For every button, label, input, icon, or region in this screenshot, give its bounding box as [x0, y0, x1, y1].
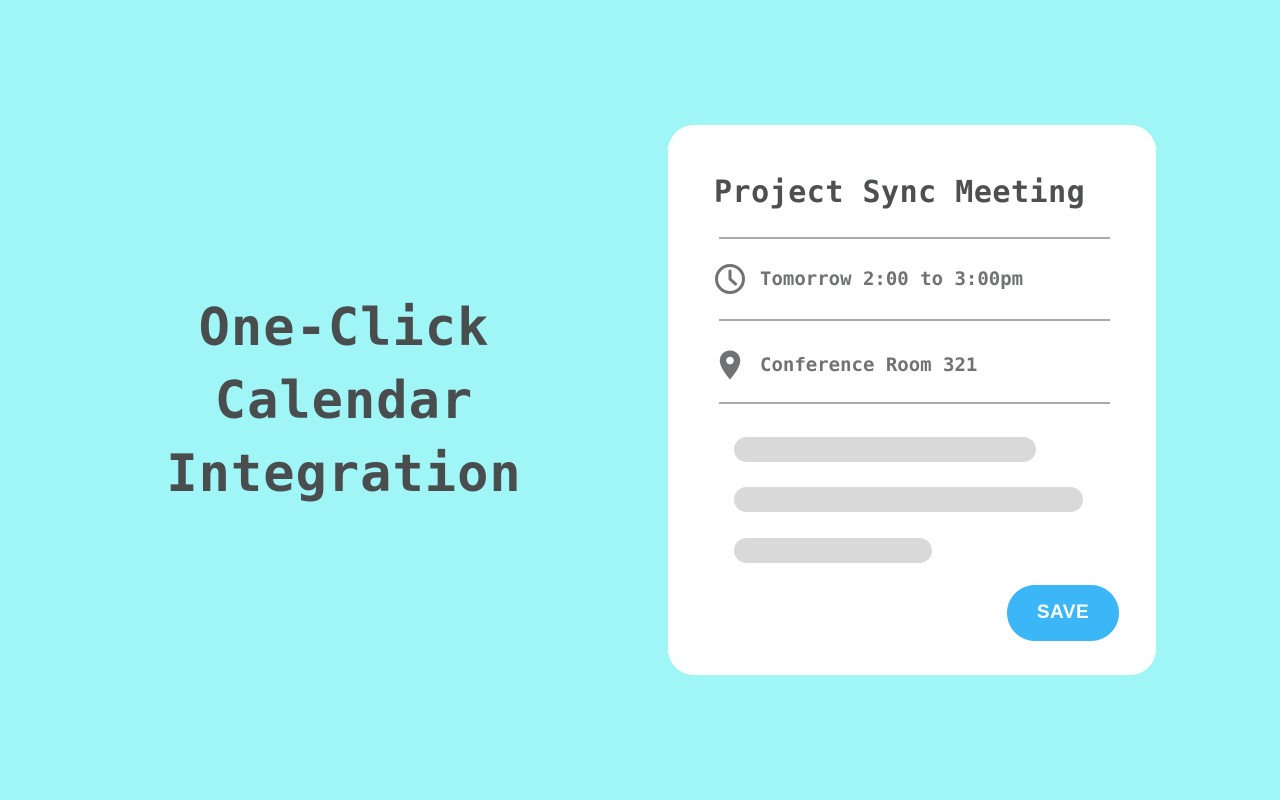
divider [719, 402, 1110, 404]
event-time-text: Tomorrow 2:00 to 3:00pm [760, 268, 1024, 290]
divider [719, 319, 1110, 321]
headline-line-1: One-Click [198, 298, 490, 358]
event-time-row: Tomorrow 2:00 to 3:00pm [714, 259, 1114, 299]
event-title: Project Sync Meeting [714, 175, 1086, 210]
clock-icon [714, 263, 746, 295]
description-placeholder-line [734, 538, 932, 563]
headline-line-3: Integration [166, 444, 522, 504]
save-button[interactable]: SAVE [1007, 585, 1119, 641]
map-pin-icon [714, 349, 746, 381]
description-placeholder-line [734, 487, 1083, 512]
headline-line-2: Calendar [214, 371, 474, 431]
event-card: Project Sync Meeting Tomorrow 2:00 to 3:… [668, 125, 1156, 675]
hero-headline: One-Click Calendar Integration [110, 292, 578, 511]
description-placeholder-line [734, 437, 1036, 462]
divider [719, 237, 1110, 239]
event-location-row: Conference Room 321 [714, 345, 1114, 385]
event-location-text: Conference Room 321 [760, 354, 978, 376]
